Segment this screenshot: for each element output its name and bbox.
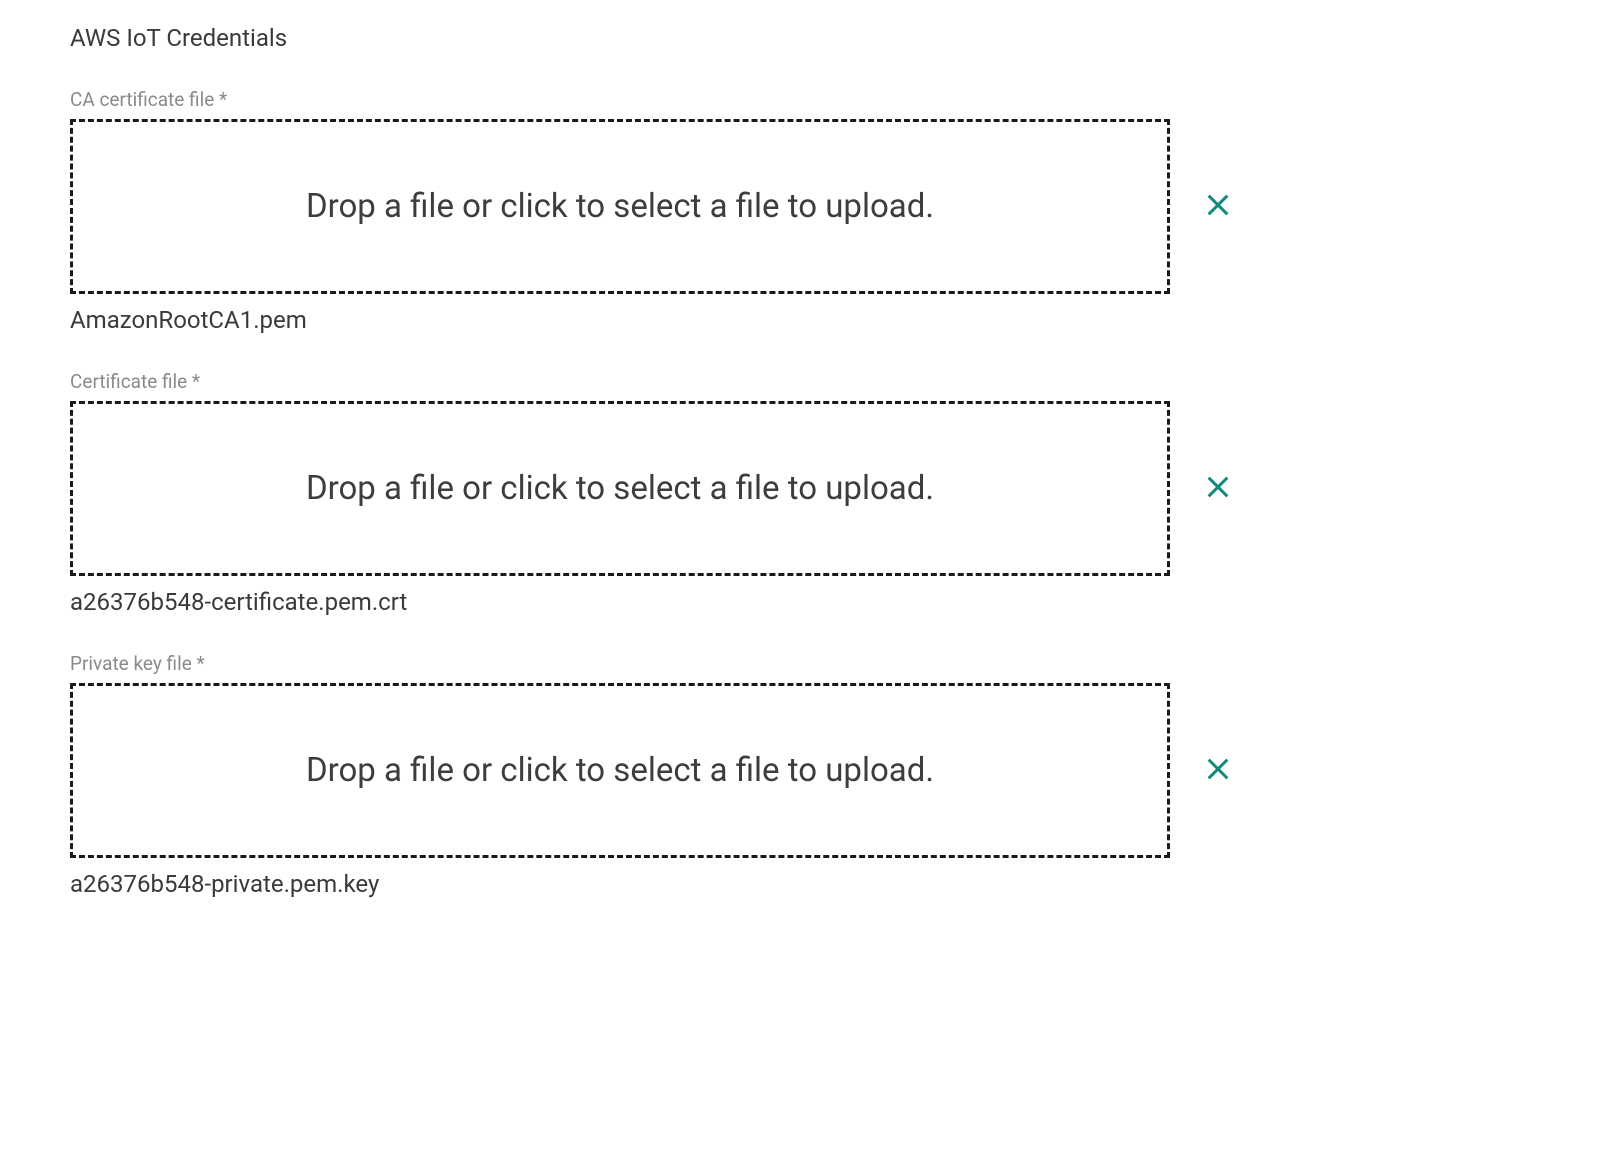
cert-dropzone-text: Drop a file or click to select a file to… (306, 469, 934, 508)
ca-cert-dropzone[interactable]: Drop a file or click to select a file to… (70, 119, 1170, 294)
cert-upload-row: Drop a file or click to select a file to… (70, 401, 1530, 576)
cert-clear-button[interactable] (1198, 467, 1238, 510)
ca-cert-dropzone-text: Drop a file or click to select a file to… (306, 187, 934, 226)
private-key-upload-row: Drop a file or click to select a file to… (70, 683, 1530, 858)
ca-cert-upload-row: Drop a file or click to select a file to… (70, 119, 1530, 294)
private-key-label: Private key file * (70, 652, 1530, 675)
private-key-dropzone[interactable]: Drop a file or click to select a file to… (70, 683, 1170, 858)
close-icon (1204, 191, 1232, 222)
cert-label: Certificate file * (70, 370, 1530, 393)
ca-cert-label: CA certificate file * (70, 88, 1530, 111)
close-icon (1204, 755, 1232, 786)
private-key-filename: a26376b548-private.pem.key (70, 870, 1530, 898)
ca-cert-field-group: CA certificate file * Drop a file or cli… (70, 88, 1530, 334)
ca-cert-clear-button[interactable] (1198, 185, 1238, 228)
cert-filename: a26376b548-certificate.pem.crt (70, 588, 1530, 616)
private-key-field-group: Private key file * Drop a file or click … (70, 652, 1530, 898)
cert-field-group: Certificate file * Drop a file or click … (70, 370, 1530, 616)
section-title: AWS IoT Credentials (70, 24, 1530, 52)
ca-cert-filename: AmazonRootCA1.pem (70, 306, 1530, 334)
private-key-dropzone-text: Drop a file or click to select a file to… (306, 751, 934, 790)
cert-dropzone[interactable]: Drop a file or click to select a file to… (70, 401, 1170, 576)
close-icon (1204, 473, 1232, 504)
private-key-clear-button[interactable] (1198, 749, 1238, 792)
